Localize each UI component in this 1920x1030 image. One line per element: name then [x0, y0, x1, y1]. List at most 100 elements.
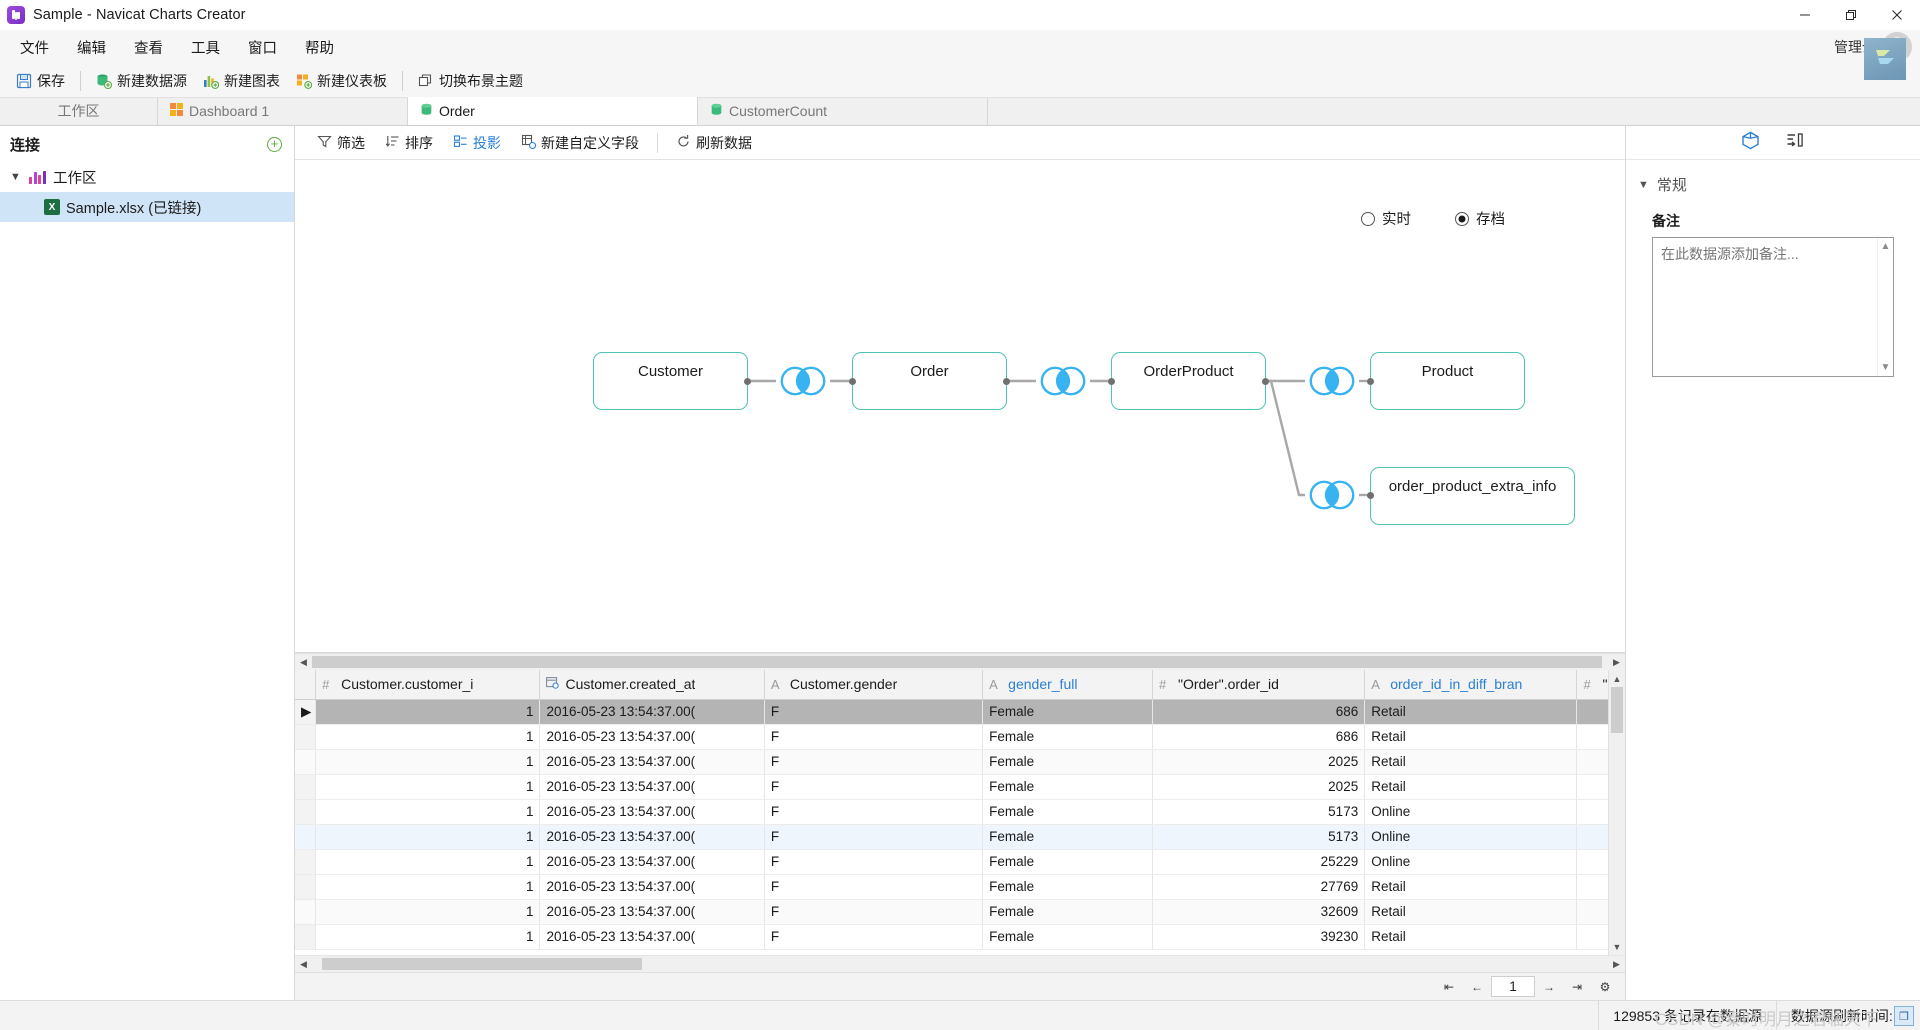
menu-tools[interactable]: 工具	[177, 34, 234, 61]
entity-orderproduct[interactable]: OrderProduct	[1111, 352, 1266, 410]
menu-help[interactable]: 帮助	[291, 34, 348, 61]
table-row[interactable]: 1 2016-05-23 13:54:37.00( F Female 2025 …	[295, 774, 1608, 800]
inner-join-icon[interactable]	[1305, 365, 1359, 397]
new-dashboard-button[interactable]: 新建仪表板	[288, 68, 395, 94]
entity-product[interactable]: Product	[1370, 352, 1525, 410]
cell: 2016-05-23 13:54:37.00(	[539, 874, 765, 900]
structure-icon[interactable]	[1786, 131, 1805, 155]
sidebar-item-sample-xlsx[interactable]: X Sample.xlsx (已链接)	[0, 192, 294, 222]
first-page-button[interactable]: ⇤	[1435, 976, 1463, 998]
canvas-hscrollbar[interactable]: ◀ ▶	[295, 653, 1625, 670]
grid-header-order-id-in-diff-branch[interactable]: A order_id_in_diff_bran	[1364, 670, 1578, 700]
minimize-button[interactable]	[1782, 0, 1828, 30]
grid-scroll-right-arrow[interactable]: ▶	[1608, 956, 1625, 973]
grid-header-gender-full[interactable]: A gender_full	[982, 670, 1153, 700]
add-connection-button[interactable]: +	[267, 137, 282, 152]
prev-page-button[interactable]: ←	[1463, 976, 1491, 998]
table-row[interactable]: 1 2016-05-23 13:54:37.00( F Female 39230…	[295, 924, 1608, 950]
filter-icon	[317, 134, 332, 152]
grid-viewport[interactable]: # Customer.customer_i Customer.created_a…	[295, 670, 1608, 955]
grid-header-customer-gender[interactable]: A Customer.gender	[764, 670, 984, 700]
table-row[interactable]: 1 2016-05-23 13:54:37.00( F Female 5173 …	[295, 824, 1608, 850]
new-datasource-button[interactable]: 新建数据源	[88, 68, 195, 94]
menu-window[interactable]: 窗口	[234, 34, 291, 61]
canvas-scroll-right-arrow[interactable]: ▶	[1608, 654, 1625, 671]
entity-order[interactable]: Order	[852, 352, 1007, 410]
grid-scroll-left-arrow[interactable]: ◀	[295, 956, 312, 973]
cell: Retail	[1364, 699, 1578, 725]
entity-customer[interactable]: Customer	[593, 352, 748, 410]
sort-button[interactable]: 排序	[375, 129, 443, 157]
table-row[interactable]: 1 2016-05-23 13:54:37.00( F Female 686 R…	[295, 724, 1608, 750]
table-row[interactable]: 1 2016-05-23 13:54:37.00( F Female 27769…	[295, 874, 1608, 900]
refresh-data-button[interactable]: 刷新数据	[666, 129, 762, 157]
inner-join-icon[interactable]	[776, 365, 830, 397]
close-button[interactable]	[1874, 0, 1920, 30]
next-page-button[interactable]: →	[1535, 976, 1563, 998]
grid-settings-button[interactable]: ⚙	[1591, 976, 1619, 998]
general-section-header[interactable]: ▼ 常规	[1626, 160, 1920, 201]
cell: Female	[982, 724, 1153, 750]
grid-header-label: Customer.created_at	[565, 676, 696, 693]
menu-file[interactable]: 文件	[6, 34, 63, 61]
cell: 39230	[1152, 924, 1366, 950]
grid-hscroll-thumb[interactable]	[322, 957, 642, 970]
grid-vscrollbar[interactable]: ▲ ▼	[1608, 670, 1625, 955]
cell: F	[764, 774, 984, 800]
table-row[interactable]: ▶ 1 2016-05-23 13:54:37.00( F Female 686…	[295, 699, 1608, 725]
last-page-button[interactable]: ⇥	[1563, 976, 1591, 998]
menu-view[interactable]: 查看	[120, 34, 177, 61]
grid-header-customer-created-at[interactable]: Customer.created_at	[539, 670, 765, 700]
menu-edit[interactable]: 编辑	[63, 34, 120, 61]
page-number-input[interactable]: 1	[1491, 976, 1535, 997]
maximize-button[interactable]	[1828, 0, 1874, 30]
grid-scroll-up-arrow[interactable]: ▲	[1609, 670, 1626, 687]
grid-header-order-customer-id[interactable]: # "Order".customer_id	[1576, 670, 1608, 700]
refresh-icon	[676, 134, 691, 152]
new-dashboard-icon	[296, 73, 313, 89]
switch-theme-button[interactable]: 切换布景主题	[410, 68, 531, 94]
grid-vscroll-track[interactable]	[1609, 687, 1626, 938]
sidebar-item-workspace[interactable]: ▼ 工作区	[0, 162, 294, 192]
table-row[interactable]: 1 2016-05-23 13:54:37.00( F Female 25229…	[295, 849, 1608, 875]
status-corner-button[interactable]: ❐	[1894, 1006, 1914, 1026]
tab-customercount[interactable]: CustomerCount	[698, 97, 988, 125]
cell: 1	[1576, 824, 1608, 850]
tab-workspace[interactable]: 工作区	[0, 97, 158, 125]
title-bar: Sample - Navicat Charts Creator	[0, 0, 1920, 30]
grid-header-customer-customer-id[interactable]: # Customer.customer_i	[315, 670, 541, 700]
remarks-textarea-scrollbar[interactable]: ▲ ▼	[1877, 238, 1893, 376]
excel-icon: X	[44, 199, 60, 215]
chevron-down-icon[interactable]: ▼	[10, 171, 23, 183]
join-diagram-canvas[interactable]: 实时 存档 Customer Order OrderProduct Produc…	[295, 160, 1625, 653]
inner-join-icon[interactable]	[1305, 479, 1359, 511]
tab-order[interactable]: Order	[408, 97, 698, 125]
projection-button[interactable]: 投影	[443, 129, 511, 157]
properties-panel: ▼ 常规 备注 ▲ ▼	[1625, 126, 1920, 1000]
entity-order-product-extra-info[interactable]: order_product_extra_info	[1370, 467, 1575, 525]
table-row[interactable]: 1 2016-05-23 13:54:37.00( F Female 32609…	[295, 899, 1608, 925]
grid-vscroll-thumb[interactable]	[1610, 687, 1623, 733]
radio-realtime[interactable]: 实时	[1361, 208, 1411, 229]
canvas-scroll-track[interactable]	[312, 654, 1608, 671]
filter-button[interactable]: 筛选	[307, 129, 375, 157]
cell: Online	[1364, 824, 1578, 850]
grid-hscrollbar[interactable]: ◀ ▶	[295, 955, 1625, 972]
inner-join-icon[interactable]	[1036, 365, 1090, 397]
scroll-up-arrow-icon[interactable]: ▲	[1881, 238, 1891, 255]
radio-archive[interactable]: 存档	[1455, 208, 1505, 229]
cube-icon[interactable]	[1741, 131, 1760, 155]
save-button[interactable]: 保存	[8, 68, 73, 94]
grid-scroll-down-arrow[interactable]: ▼	[1609, 938, 1626, 955]
tab-dashboard-1[interactable]: Dashboard 1	[158, 97, 408, 125]
table-row[interactable]: 1 2016-05-23 13:54:37.00( F Female 5173 …	[295, 799, 1608, 825]
table-row[interactable]: 1 2016-05-23 13:54:37.00( F Female 2025 …	[295, 749, 1608, 775]
remarks-textarea[interactable]	[1652, 237, 1894, 377]
scroll-down-arrow-icon[interactable]: ▼	[1881, 359, 1891, 376]
canvas-scroll-left-arrow[interactable]: ◀	[295, 654, 312, 671]
new-chart-button[interactable]: 新建图表	[195, 68, 288, 94]
canvas-scroll-thumb[interactable]	[312, 655, 1602, 668]
grid-hscroll-track[interactable]	[312, 956, 1608, 973]
new-custom-field-button[interactable]: 新建自定义字段	[511, 129, 649, 157]
grid-header-order-order-id[interactable]: # "Order".order_id	[1152, 670, 1366, 700]
